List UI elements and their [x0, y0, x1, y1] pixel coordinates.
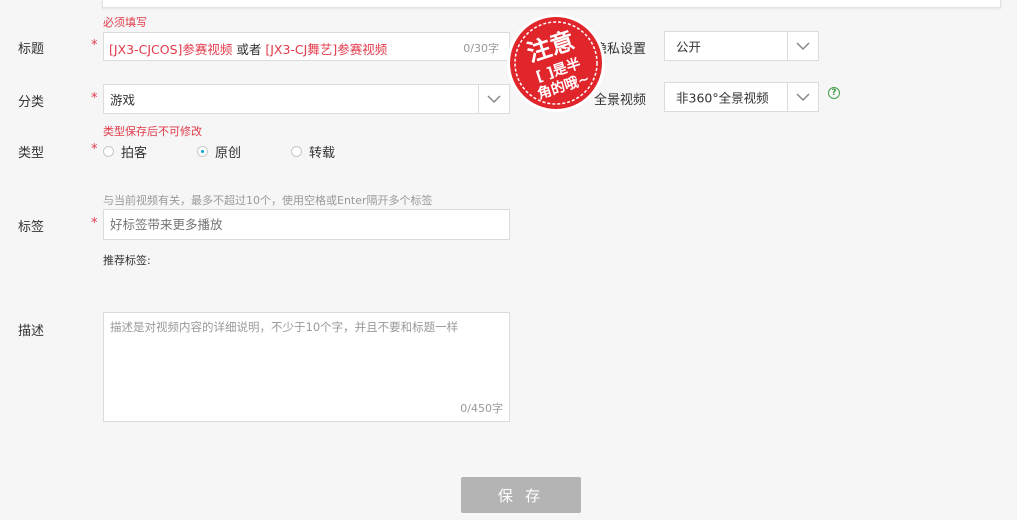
- tags-hint: 与当前视频有关，最多不超过10个，使用空格或Enter隔开多个标签: [103, 194, 433, 207]
- radio-label: 转载: [309, 146, 336, 161]
- radio-label: 原创: [215, 146, 242, 161]
- recommend-tags-label: 推荐标签:: [103, 254, 151, 267]
- tags-input[interactable]: [103, 209, 510, 240]
- category-label: 分类: [18, 95, 45, 110]
- type-required-mark: *: [91, 142, 98, 157]
- tags-required-mark: *: [91, 216, 98, 231]
- title-required-mark: *: [91, 38, 98, 53]
- category-selected-value: 游戏: [110, 92, 136, 108]
- radio-button[interactable]: [291, 146, 302, 157]
- top-panel-edge: [102, 0, 1001, 8]
- description-textarea[interactable]: 描述是对视频内容的详细说明，不少于10个字，并且不要和标题一样 0/450字: [103, 312, 510, 422]
- privacy-select[interactable]: 公开: [664, 31, 819, 61]
- category-select[interactable]: 游戏: [103, 84, 510, 114]
- title-value: [JX3-CJCOS]参赛视频 或者 [JX3-CJ舞艺]参赛视频: [109, 42, 388, 57]
- panorama-selected-value: 非360°全景视频: [676, 90, 769, 106]
- privacy-selected-value: 公开: [676, 39, 702, 55]
- tags-label: 标签: [18, 220, 45, 235]
- radio-option-yuanchuang[interactable]: 原创: [197, 142, 241, 161]
- type-hint: 类型保存后不可修改: [103, 125, 202, 138]
- notice-stamp: 注意 [ ]是半 角的哦~: [507, 14, 605, 112]
- description-label: 描述: [18, 324, 45, 339]
- radio-label: 拍客: [121, 146, 148, 161]
- panorama-select[interactable]: 非360°全景视频: [664, 82, 819, 112]
- title-char-counter: 0/30字: [463, 42, 499, 55]
- radio-button[interactable]: [103, 146, 114, 157]
- title-label: 标题: [18, 42, 45, 57]
- radio-option-zhuanzai[interactable]: 转载: [291, 142, 335, 161]
- save-button[interactable]: 保 存: [461, 477, 581, 513]
- radio-button-selected[interactable]: [197, 146, 208, 157]
- category-required-mark: *: [91, 91, 98, 106]
- chevron-down-icon[interactable]: [787, 32, 818, 60]
- radio-option-paike[interactable]: 拍客: [103, 142, 147, 161]
- chevron-down-icon[interactable]: [787, 83, 818, 111]
- title-hint: 必须填写: [103, 16, 147, 29]
- help-icon[interactable]: ?: [828, 87, 840, 99]
- title-input[interactable]: [JX3-CJCOS]参赛视频 或者 [JX3-CJ舞艺]参赛视频 0/30字: [103, 32, 510, 61]
- description-placeholder: 描述是对视频内容的详细说明，不少于10个字，并且不要和标题一样: [110, 320, 459, 334]
- description-char-counter: 0/450字: [460, 402, 503, 415]
- type-label: 类型: [18, 146, 45, 161]
